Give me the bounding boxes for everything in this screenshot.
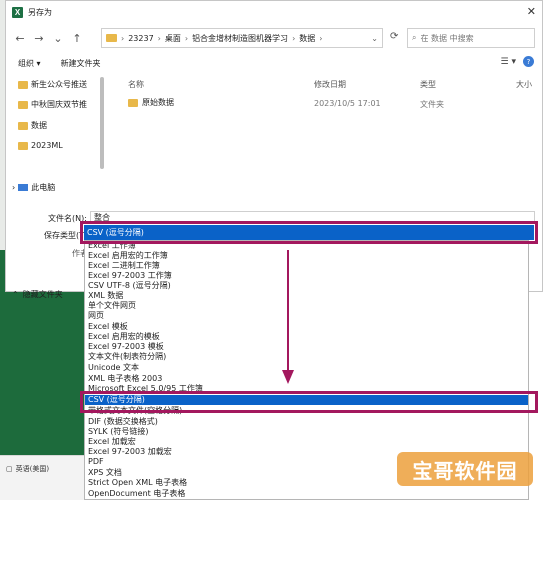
type-option[interactable]: Excel 97-2003 加载宏 [88,447,172,457]
folder-icon [128,98,138,107]
annotation-arrow [282,250,294,384]
type-option[interactable]: PDF [88,457,104,467]
file-name: 原始数据 [142,98,174,107]
computer-icon [18,184,29,191]
type-option[interactable]: 网页 [88,311,104,321]
expand-chevron-icon: › [12,183,16,192]
folder-icon [18,100,28,109]
sidebar-item-label: 2023ML [31,141,63,150]
watermark-logo: 宝哥软件园 [397,452,533,486]
sidebar-item[interactable]: 中秋国庆双节推 [18,99,87,110]
type-option[interactable]: Excel 二进制工作簿 [88,261,160,271]
options-menu-item[interactable]: 选项 [12,570,28,581]
hide-folders-label: 隐藏文件夹 [22,290,63,299]
breadcrumb-item[interactable]: 23237 [128,34,153,43]
breadcrumb-separator: › [292,33,296,43]
up-arrow-icon[interactable]: ↑ [71,32,83,45]
type-option[interactable]: Excel 97-2003 模板 [88,342,164,352]
navigation-pane: 新生公众号推送 中秋国庆双节推 数据 2023ML › 此电脑 [6,73,104,213]
folder-icon [18,141,28,150]
sidebar-item-label: 新生公众号推送 [31,80,87,89]
breadcrumb-item[interactable]: 铝合金增材制造图机器学习 [192,33,288,44]
type-option[interactable]: Unicode 文本 [88,363,139,373]
excel-logo-icon: X [12,6,23,18]
breadcrumb-item[interactable]: 桌面 [165,33,181,44]
type-option[interactable]: Strict Open XML 电子表格 [88,478,187,488]
new-folder-button[interactable]: 新建文件夹 [61,58,101,69]
search-input[interactable]: ⌕ 在 数据 中搜索 [407,28,535,48]
address-dropdown-icon[interactable]: ⌄ [371,34,378,43]
organize-button[interactable]: 组织 ▾ [18,58,41,69]
type-option[interactable]: Excel 加载宏 [88,437,136,447]
breadcrumb-separator: › [319,33,323,43]
annotation-highlight-box [80,221,538,244]
sidebar-item-label: 此电脑 [31,183,56,192]
help-icon[interactable]: ? [523,56,534,67]
status-language-label: 英语(美国) [15,465,50,473]
back-arrow-icon[interactable]: ← [14,32,26,45]
column-header-modified[interactable]: 修改日期 [314,79,346,90]
file-modified: 2023/10/5 17:01 [314,99,381,108]
type-option[interactable]: SYLK (符号链接) [88,427,148,437]
sidebar-item[interactable]: 数据 [18,120,47,131]
search-icon: ⌕ [412,33,417,42]
hide-folders-toggle[interactable]: ⌃ 隐藏文件夹 [12,289,63,300]
sidebar-item[interactable]: 新生公众号推送 [18,79,87,90]
file-row[interactable]: 原始数据 [128,97,174,108]
status-language[interactable]: ▢ 英语(美国) [6,464,49,474]
annotation-highlight-box [80,391,538,413]
column-header-type[interactable]: 类型 [420,79,436,90]
file-type: 文件夹 [420,100,444,109]
chevron-up-icon: ⌃ [12,290,19,299]
address-bar[interactable]: › 23237 › 桌面 › 铝合金增材制造图机器学习 › 数据 › ⌄ [101,28,383,48]
type-option[interactable]: Excel 97-2003 工作簿 [88,271,172,281]
language-icon: ▢ [6,465,13,473]
forward-arrow-icon[interactable]: → [33,32,45,45]
folder-icon [18,121,28,130]
sidebar-item-this-pc[interactable]: › 此电脑 [12,182,55,193]
navigation-bar: ← → ⌄ ↑ › 23237 › 桌面 › 铝合金增材制造图机器学习 › 数据… [6,25,542,51]
dialog-toolbar: 组织 ▾ 新建文件夹 ☰ ▾ ? [6,53,542,73]
breadcrumb-separator: › [184,33,189,43]
dialog-titlebar: X 另存为 ✕ [6,1,542,23]
column-header-name[interactable]: 名称 [128,79,144,90]
type-option[interactable]: 文本文件(制表符分隔) [88,352,166,362]
type-option[interactable]: XML 电子表格 2003 [88,374,162,384]
sidebar-item[interactable]: 2023ML [18,141,63,150]
type-option[interactable]: OpenDocument 电子表格 [88,489,185,499]
breadcrumb-separator: › [121,33,125,43]
type-option[interactable]: XPS 文档 [88,468,122,478]
type-option[interactable]: CSV UTF-8 (逗号分隔) [88,281,171,291]
breadcrumb-item[interactable]: 数据 [299,33,315,44]
type-option[interactable]: Excel 模板 [88,322,128,332]
type-option[interactable]: XML 数据 [88,291,123,301]
sidebar-item-label: 中秋国庆双节推 [31,100,87,109]
type-option[interactable]: Excel 启用宏的模板 [88,332,160,342]
sidebar-item-label: 数据 [31,121,47,130]
breadcrumb-separator: › [157,33,161,43]
folder-icon [106,34,117,42]
refresh-icon[interactable]: ⟳ [390,31,398,42]
column-header-size[interactable]: 大小 [516,79,532,90]
sidebar-scrollbar[interactable] [100,77,104,169]
dialog-title: 另存为 [28,7,52,17]
folder-icon [18,80,28,89]
close-button[interactable]: ✕ [527,5,536,18]
search-placeholder: 在 数据 中搜索 [420,33,474,43]
recent-chevron-icon[interactable]: ⌄ [52,32,64,45]
type-option[interactable]: 单个文件网页 [88,301,136,311]
type-option[interactable]: Excel 启用宏的工作簿 [88,251,168,261]
excel-status-bar: ▢ 英语(美国) [0,455,88,500]
file-list: 名称 修改日期 类型 大小 原始数据 2023/10/5 17:01 文件夹 [106,73,543,213]
type-option[interactable]: DIF (数据交换格式) [88,417,158,427]
view-options-icon[interactable]: ☰ ▾ [501,57,516,67]
